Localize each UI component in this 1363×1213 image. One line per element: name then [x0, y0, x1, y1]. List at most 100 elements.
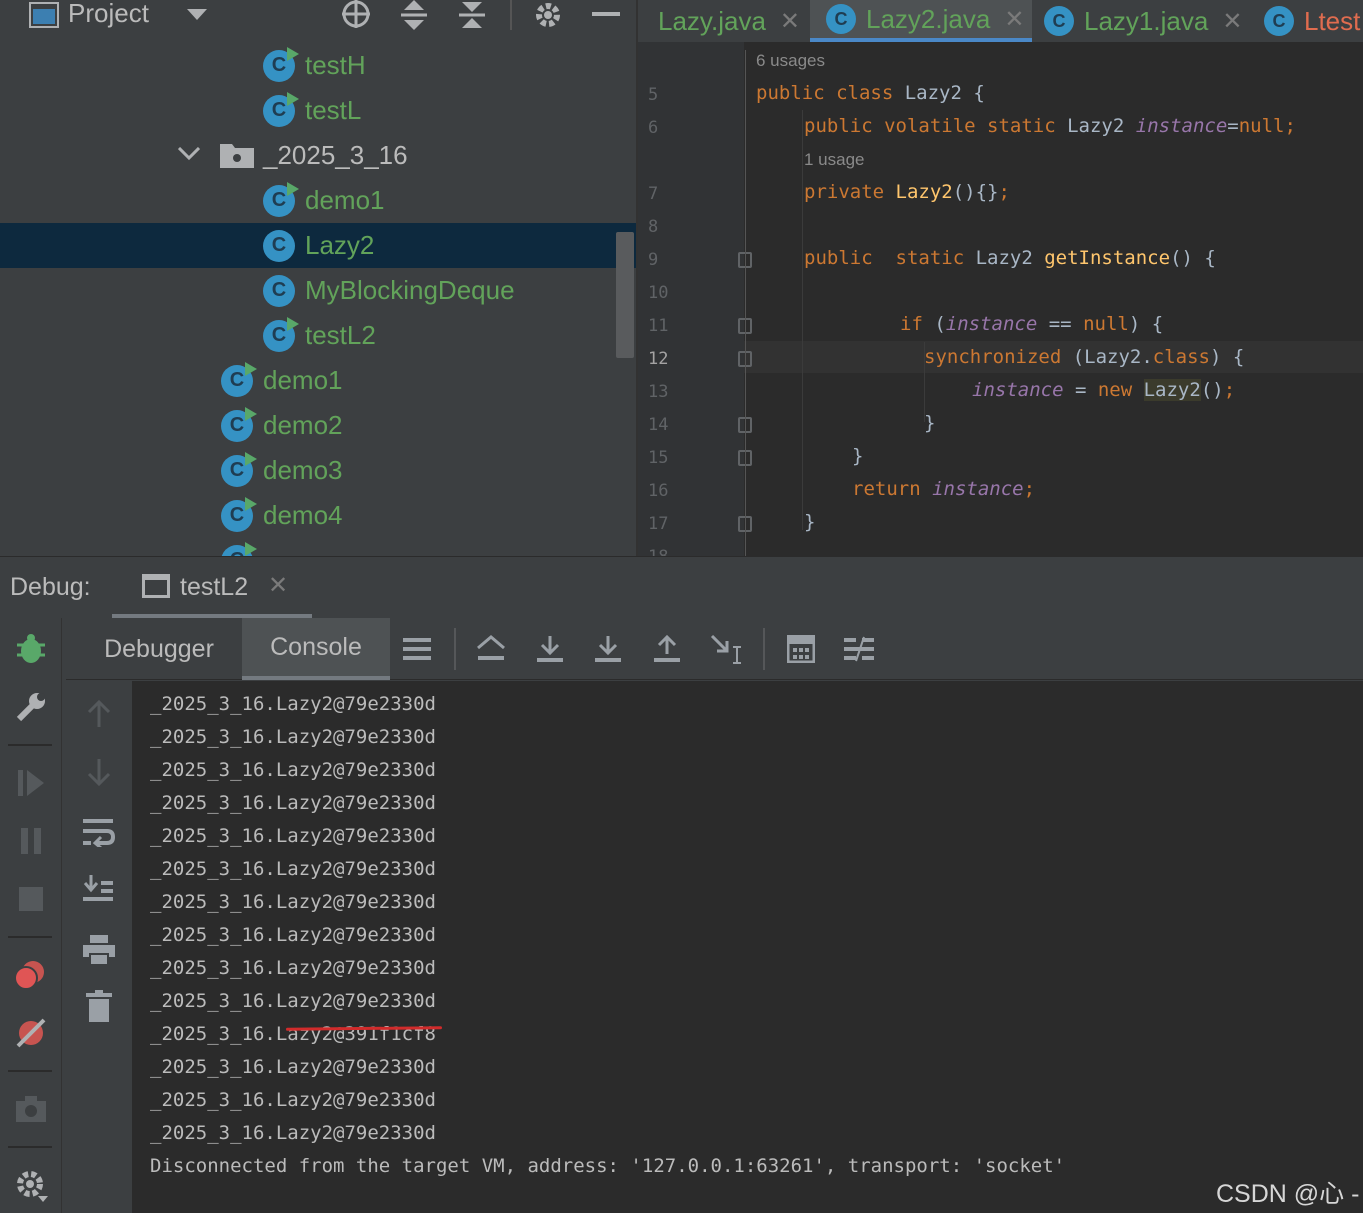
tree-item-demo3[interactable]: C demo3 — [0, 448, 636, 493]
run-to-cursor-icon[interactable] — [709, 632, 743, 666]
trace-current-stream-icon[interactable] — [842, 632, 876, 666]
code-line-14: } — [924, 412, 936, 434]
line-number: 15 — [648, 448, 669, 468]
gear-icon[interactable] — [530, 0, 566, 30]
code-line-13: instance = new Lazy2(); — [972, 379, 1236, 401]
print-icon[interactable] — [80, 931, 118, 969]
toolbar-divider — [8, 1146, 52, 1148]
bug-icon[interactable] — [12, 630, 50, 668]
expand-all-icon[interactable] — [396, 0, 432, 30]
step-into-icon[interactable] — [591, 632, 625, 666]
pause-icon[interactable] — [12, 822, 50, 860]
tab-label: Ltest — [1304, 5, 1361, 36]
chevron-down-icon[interactable] — [184, 0, 210, 30]
scroll-to-end-icon[interactable] — [80, 869, 118, 907]
class-icon: C — [826, 4, 856, 34]
tree-item-myblockingdeque[interactable]: C MyBlockingDeque — [0, 268, 636, 313]
settings-gear-icon[interactable] — [12, 1166, 50, 1204]
evaluate-expression-icon[interactable] — [784, 632, 818, 666]
code-line-9: public static Lazy2 getInstance() { — [804, 247, 1216, 269]
line-number: 5 — [648, 85, 659, 105]
tab-lazy1-java[interactable]: C Lazy1.java ✕ — [1032, 0, 1252, 42]
session-tab-label: testL2 — [180, 573, 249, 601]
console-line: _2025_3_16.Lazy2@79e2330d — [150, 825, 436, 847]
tree-item-label: Lazy2 — [305, 230, 375, 260]
collapse-all-icon[interactable] — [454, 0, 490, 30]
tab-lazy-java[interactable]: Lazy.java ✕ — [638, 0, 808, 42]
console-output[interactable]: _2025_3_16.Lazy2@79e2330d _2025_3_16.Laz… — [132, 681, 1363, 1213]
tree-item-label: demo4 — [263, 500, 343, 530]
tree-item-testH[interactable]: C testH — [0, 43, 636, 88]
close-icon[interactable]: ✕ — [780, 7, 800, 36]
usages-hint[interactable]: 1 usage — [804, 150, 865, 170]
chevron-down-icon[interactable] — [177, 146, 201, 166]
session-tab-testL2[interactable]: testL2 ✕ — [112, 557, 312, 619]
console-line: _2025_3_16.Lazy2@79e2330d — [150, 1122, 436, 1144]
line-number: 13 — [648, 382, 669, 402]
tree-item-label: _2025_3_16 — [263, 140, 408, 170]
up-arrow-icon[interactable] — [80, 695, 118, 733]
resume-icon[interactable] — [12, 764, 50, 802]
step-out-icon[interactable] — [650, 632, 684, 666]
usages-hint[interactable]: 6 usages — [756, 51, 825, 71]
console-line: _2025_3_16.Lazy2@79e2330d — [150, 957, 436, 979]
project-title[interactable]: Project — [68, 0, 149, 29]
soft-wrap-icon[interactable] — [80, 813, 118, 851]
tab-debugger[interactable]: Debugger — [76, 618, 242, 680]
tree-item-testL2[interactable]: C testL2 — [0, 313, 636, 358]
tree-item-partial[interactable]: C — [0, 538, 636, 556]
code-line-11: if (instance == null) { — [900, 313, 1164, 335]
line-number: 14 — [648, 415, 669, 435]
gutter-divider — [745, 50, 746, 556]
tab-ltest[interactable]: C Ltest — [1252, 0, 1363, 42]
show-execution-point-icon[interactable] — [474, 632, 508, 666]
debug-title-bar: Debug: testL2 ✕ — [0, 556, 1363, 619]
code-line-17: } — [804, 511, 816, 533]
hide-icon[interactable] — [590, 0, 622, 30]
project-view-icon[interactable] — [28, 0, 60, 30]
class-icon: C — [263, 274, 295, 307]
console-line: _2025_3_16.Lazy2@79e2330d — [150, 924, 436, 946]
tab-lazy2-java[interactable]: C Lazy2.java ✕ — [810, 0, 1032, 42]
csdn-watermark: CSDN @心 - — [1216, 1180, 1360, 1208]
console-line: _2025_3_16.Lazy2@79e2330d — [150, 792, 436, 814]
runnable-class-icon: C — [263, 46, 299, 82]
code-editor[interactable]: Lazy.java ✕ C Lazy2.java ✕ C Lazy1.java … — [636, 0, 1363, 556]
tree-item-demo2[interactable]: C demo2 — [0, 403, 636, 448]
locate-icon[interactable] — [338, 0, 374, 30]
console-line: _2025_3_16.Lazy2@79e2330d — [150, 858, 436, 880]
tree-scrollbar[interactable] — [616, 232, 634, 358]
tree-item-testL[interactable]: C testL — [0, 88, 636, 133]
runnable-class-icon: C — [221, 496, 257, 532]
tree-item-demo1[interactable]: C demo1 — [0, 358, 636, 403]
close-icon[interactable]: ✕ — [1004, 5, 1024, 34]
close-icon[interactable]: ✕ — [268, 571, 288, 600]
runnable-class-icon: C — [221, 541, 257, 556]
tab-console[interactable]: Console — [242, 618, 390, 680]
down-arrow-icon[interactable] — [80, 753, 118, 791]
code-line-5: public class Lazy2 { — [756, 82, 985, 104]
tree-item-package[interactable]: _2025_3_16 — [0, 133, 636, 178]
tree-item-demo4[interactable]: C demo4 — [0, 493, 636, 538]
mute-breakpoints-icon[interactable] — [12, 1014, 50, 1052]
project-panel: Project C testH C testL _2025_3_16 C dem… — [0, 0, 636, 556]
view-breakpoints-icon[interactable] — [12, 956, 50, 994]
line-number: 7 — [648, 184, 659, 204]
tree-item-demo1[interactable]: C demo1 — [0, 178, 636, 223]
line-number: 16 — [648, 481, 669, 501]
stop-icon[interactable] — [12, 880, 50, 918]
wrench-icon[interactable] — [12, 688, 50, 726]
console-side-toolbar — [66, 681, 132, 1213]
line-number: 17 — [648, 514, 669, 534]
runnable-class-icon: C — [221, 406, 257, 442]
toolbar-divider — [763, 628, 765, 670]
step-over-icon[interactable] — [533, 632, 567, 666]
tree-item-label: testL2 — [305, 320, 376, 350]
trash-icon[interactable] — [80, 987, 118, 1025]
debug-sub-toolbar: Debugger Console — [66, 618, 1363, 680]
tree-item-label: testL — [305, 95, 362, 125]
tree-item-lazy2[interactable]: C Lazy2 — [0, 223, 636, 268]
layout-menu-icon[interactable] — [400, 632, 434, 666]
camera-icon[interactable] — [12, 1090, 50, 1128]
close-icon[interactable]: ✕ — [1222, 7, 1242, 36]
